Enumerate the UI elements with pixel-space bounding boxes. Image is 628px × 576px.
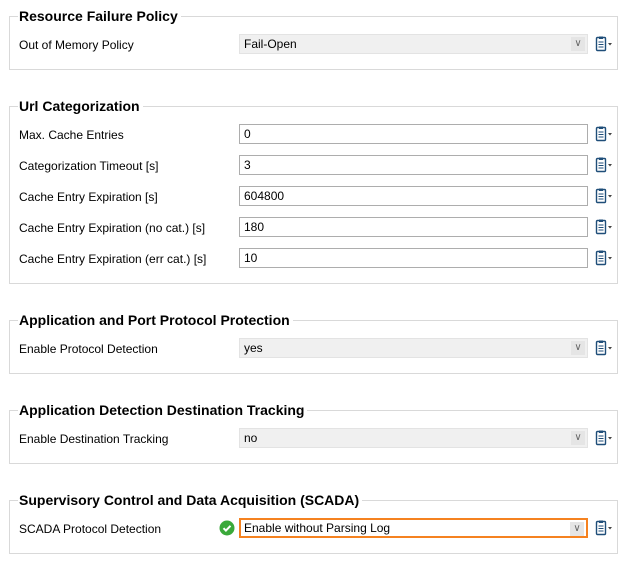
setting-row: Max. Cache Entries 0 <box>10 124 617 146</box>
group-box: Application and Port Protocol Protection… <box>9 312 618 374</box>
chevron-down-icon[interactable]: ∨ <box>571 37 585 51</box>
group-title: Resource Failure Policy <box>18 8 181 24</box>
setting-label: Cache Entry Expiration [s] <box>19 190 158 204</box>
setting-row: Cache Entry Expiration [s] 604800 <box>10 186 617 208</box>
setting-dropdown[interactable]: yes ∨ <box>239 338 588 358</box>
clipboard-menu-icon[interactable] <box>595 188 613 204</box>
setting-dropdown[interactable]: Enable without Parsing Log ∨ <box>239 518 588 538</box>
chevron-down-icon[interactable]: ∨ <box>571 431 585 445</box>
selected-value: Enable without Parsing Log <box>244 521 391 535</box>
group-box: Supervisory Control and Data Acquisition… <box>9 492 618 554</box>
check-circle-icon <box>219 520 235 536</box>
clipboard-menu-icon[interactable] <box>595 250 613 266</box>
group-box: Application Detection Destination Tracki… <box>9 402 618 464</box>
setting-row: Out of Memory Policy Fail-Open ∨ <box>10 34 617 56</box>
setting-label: Categorization Timeout [s] <box>19 159 159 173</box>
clipboard-menu-icon[interactable] <box>595 430 613 446</box>
clipboard-menu-icon[interactable] <box>595 340 613 356</box>
chevron-down-icon[interactable]: ∨ <box>571 341 585 355</box>
clipboard-menu-icon[interactable] <box>595 157 613 173</box>
chevron-down-icon[interactable]: ∨ <box>570 522 584 536</box>
setting-row: Cache Entry Expiration (no cat.) [s] 180 <box>10 217 617 239</box>
selected-value: Fail-Open <box>244 37 297 51</box>
selected-value: no <box>244 431 258 445</box>
group-box: Resource Failure Policy Out of Memory Pol… <box>9 8 618 70</box>
setting-input[interactable]: 604800 <box>239 186 588 206</box>
selected-value: yes <box>244 341 263 355</box>
setting-row: Cache Entry Expiration (err cat.) [s] 10 <box>10 248 617 270</box>
setting-input[interactable]: 0 <box>239 124 588 144</box>
clipboard-menu-icon[interactable] <box>595 126 613 142</box>
clipboard-menu-icon[interactable] <box>595 36 613 52</box>
setting-row: Enable Protocol Detection yes ∨ <box>10 338 617 360</box>
setting-label: Max. Cache Entries <box>19 128 124 142</box>
group-title: Application and Port Protocol Protection <box>18 312 293 328</box>
clipboard-menu-icon[interactable] <box>595 219 613 235</box>
setting-label: Enable Destination Tracking <box>19 432 169 446</box>
setting-label: Out of Memory Policy <box>19 38 134 52</box>
clipboard-menu-icon[interactable] <box>595 520 613 536</box>
setting-input[interactable]: 3 <box>239 155 588 175</box>
group-box: Url Categorization Max. Cache Entries 0 Cat… <box>9 98 618 284</box>
setting-dropdown[interactable]: no ∨ <box>239 428 588 448</box>
setting-label: SCADA Protocol Detection <box>19 522 162 536</box>
setting-row: Enable Destination Tracking no ∨ <box>10 428 617 450</box>
group-title: Application Detection Destination Tracki… <box>18 402 308 418</box>
setting-label: Cache Entry Expiration (no cat.) [s] <box>19 221 206 235</box>
setting-dropdown[interactable]: Fail-Open ∨ <box>239 34 588 54</box>
setting-input[interactable]: 180 <box>239 217 588 237</box>
group-title: Supervisory Control and Data Acquisition… <box>18 492 363 508</box>
setting-label: Cache Entry Expiration (err cat.) [s] <box>19 252 207 266</box>
setting-label: Enable Protocol Detection <box>19 342 158 356</box>
setting-input[interactable]: 10 <box>239 248 588 268</box>
setting-row: Categorization Timeout [s] 3 <box>10 155 617 177</box>
group-title: Url Categorization <box>18 98 143 114</box>
setting-row: SCADA Protocol Detection Enable without P… <box>10 518 617 540</box>
